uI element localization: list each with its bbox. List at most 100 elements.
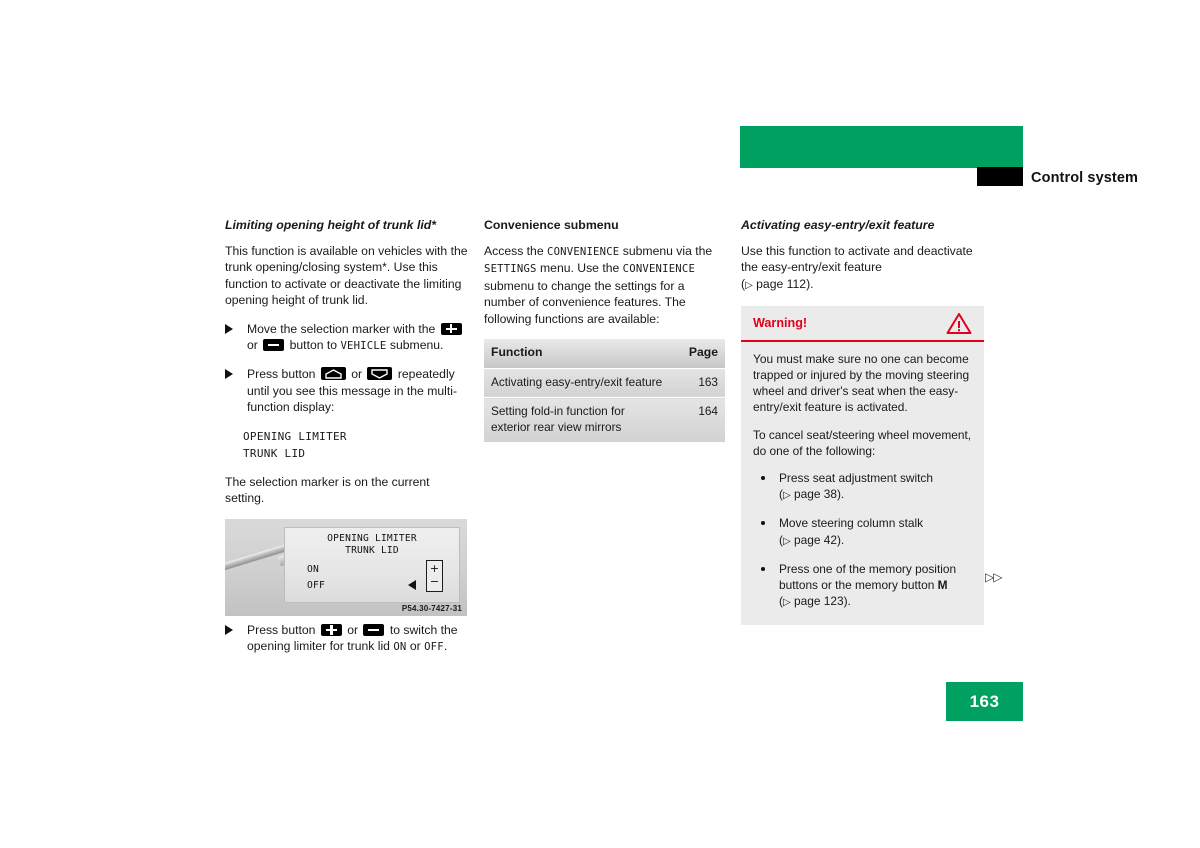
display-message: OPENING LIMITER TRUNK LID <box>243 428 468 462</box>
step3-period: . <box>443 639 448 654</box>
step1-or: or <box>247 338 258 353</box>
left-column-lower: Press button or to switch the opening li… <box>225 622 468 668</box>
function-page-table: Function Page Activating easy-entry/exit… <box>484 339 725 443</box>
figure-multifunction-display: OPENING LIMITER TRUNK LID ON OFF + − P54… <box>225 519 467 616</box>
right-intro-paragraph: Use this function to activate and deacti… <box>741 243 984 294</box>
mfd-plus-symbol: + <box>429 562 440 575</box>
reference-triangle-icon: ▷ <box>782 597 791 609</box>
step1-text-c: submenu. <box>389 338 444 353</box>
table-cell-function: Activating easy-entry/exit feature <box>484 368 673 399</box>
bullet-1-ref: page 38). <box>790 487 845 502</box>
mfd-minus-symbol: − <box>429 575 440 588</box>
display-message-line-1: OPENING LIMITER <box>243 429 347 443</box>
bullet-1-text: Press seat adjustment switch <box>779 471 933 486</box>
warning-paragraph-1: You must make sure no one can become tra… <box>753 351 970 415</box>
down-button-icon <box>367 367 393 381</box>
memory-button-label: M <box>937 578 948 593</box>
mid-intro-b: submenu via the <box>622 243 713 258</box>
bullet-dot-icon <box>761 476 765 481</box>
figure-caption: P54.30-7427-31 <box>401 604 462 613</box>
mfd-option-on: ON <box>307 564 319 575</box>
list-item: Press one of the memory position buttons… <box>753 561 972 612</box>
step3-value-off: OFF <box>424 641 444 654</box>
table-header-function: Function <box>484 339 673 369</box>
reference-triangle-icon: ▷ <box>745 279 753 291</box>
reference-triangle-icon: ▷ <box>782 535 791 547</box>
page-subtitle: Control system <box>1031 170 1138 186</box>
table-cell-page: 163 <box>673 368 725 399</box>
header-black-marker <box>977 167 1023 186</box>
step-triangle-bullet-icon <box>225 625 233 635</box>
table-row: Activating easy-entry/exit feature 163 <box>484 368 725 399</box>
warning-title: Warning! <box>753 316 808 331</box>
menu-name-convenience: CONVENIENCE <box>547 245 620 258</box>
menu-name-settings: SETTINGS <box>484 263 537 276</box>
mid-intro-c: menu. Use the <box>540 261 620 276</box>
table-header-page: Page <box>673 339 725 369</box>
up-button-icon <box>320 367 346 381</box>
middle-column: Convenience submenu Access the CONVENIEN… <box>484 218 727 443</box>
plus-button-icon <box>440 322 462 335</box>
mfd-option-off: OFF <box>307 580 325 591</box>
step1-target-menu: VEHICLE <box>340 340 387 353</box>
minus-button-icon <box>263 339 285 352</box>
bullet-2-text: Move steering column stalk <box>779 516 924 531</box>
right-column: Activating easy-entry/exit feature Use t… <box>741 218 984 626</box>
page-number-box: 163 <box>946 682 1023 721</box>
table-cell-page: 164 <box>673 397 725 443</box>
warning-bullet-list: Press seat adjustment switch (▷ page 38)… <box>753 470 972 611</box>
step1-text-b: button to <box>289 338 338 353</box>
step3-or: or <box>347 623 359 637</box>
list-item: Press seat adjustment switch (▷ page 38)… <box>753 470 972 504</box>
left-after-message-paragraph: The selection marker is on the current s… <box>225 474 430 506</box>
step1-text-a: Move the selection marker with the <box>247 321 436 336</box>
left-column: Limiting opening height of trunk lid* Th… <box>225 218 468 518</box>
warning-paragraph-2: To cancel seat/steering wheel movement, … <box>753 427 972 458</box>
step3-value-on: ON <box>393 641 407 654</box>
step-triangle-bullet-icon <box>225 369 233 380</box>
bullet-3-ref: page 123). <box>790 594 851 609</box>
bullet-dot-icon <box>761 521 765 526</box>
mfd-screen: OPENING LIMITER TRUNK LID ON OFF + − <box>284 527 460 603</box>
mfd-title: OPENING LIMITER TRUNK LID <box>285 533 459 556</box>
left-intro-paragraph: This function is available on vehicles w… <box>225 243 468 308</box>
step-triangle-bullet-icon <box>225 323 233 334</box>
list-item: Move steering column stalk (▷ page 42). <box>753 515 972 549</box>
left-section-heading: Limiting opening height of trunk lid* <box>225 218 437 232</box>
reference-triangle-icon: ▷ <box>782 490 791 502</box>
mid-section-heading: Convenience submenu <box>484 218 619 232</box>
step-press-plus-minus-switch: Press button or to switch the opening li… <box>225 622 468 656</box>
mfd-title-line-1: OPENING LIMITER <box>327 533 417 544</box>
display-message-line-2: TRUNK LID <box>243 446 306 460</box>
step-press-up-down-button: Press button or repeatedly until you see… <box>225 366 468 415</box>
mid-intro-a: Access the <box>484 243 544 258</box>
warning-triangle-icon <box>946 312 972 340</box>
bullet-2-ref: page 42). <box>790 532 845 547</box>
right-intro-reference: page 112). <box>752 276 814 291</box>
step3-text-a: Press button <box>247 623 316 637</box>
right-intro-text: Use this function to activate and deacti… <box>741 243 973 275</box>
step3-text-c: or <box>409 639 421 654</box>
bullet-dot-icon <box>761 566 765 571</box>
minus-button-icon <box>363 624 385 636</box>
mfd-selection-marker-icon <box>408 580 416 590</box>
mid-intro-paragraph: Access the CONVENIENCE submenu via the S… <box>484 243 727 327</box>
warning-divider <box>741 340 984 342</box>
table-cell-function: Setting fold-in function for exterior re… <box>484 397 673 443</box>
mid-intro-d: submenu to change the settings for a num… <box>484 278 686 326</box>
plus-button-icon <box>320 624 342 636</box>
menu-name-convenience-2: CONVENIENCE <box>622 263 696 276</box>
header-green-band <box>740 126 1023 168</box>
warning-box: Warning! You must make sure no one can b… <box>741 306 984 626</box>
step2-text-a: Press button <box>247 367 316 382</box>
table-header-row: Function Page <box>484 339 725 369</box>
page-title: Controls in detail <box>1024 140 1161 158</box>
mfd-title-line-2: TRUNK LID <box>345 544 399 556</box>
table-row: Setting fold-in function for exterior re… <box>484 397 725 443</box>
step2-or: or <box>351 367 363 382</box>
continuation-marker: ▷▷ <box>985 570 1002 584</box>
mfd-plus-minus-button-graphic: + − <box>426 560 443 592</box>
bullet-3-text: Press one of the memory position buttons… <box>779 561 957 593</box>
step-move-selection-marker: Move the selection marker with the or bu… <box>225 321 468 355</box>
page-number: 163 <box>969 692 1000 711</box>
